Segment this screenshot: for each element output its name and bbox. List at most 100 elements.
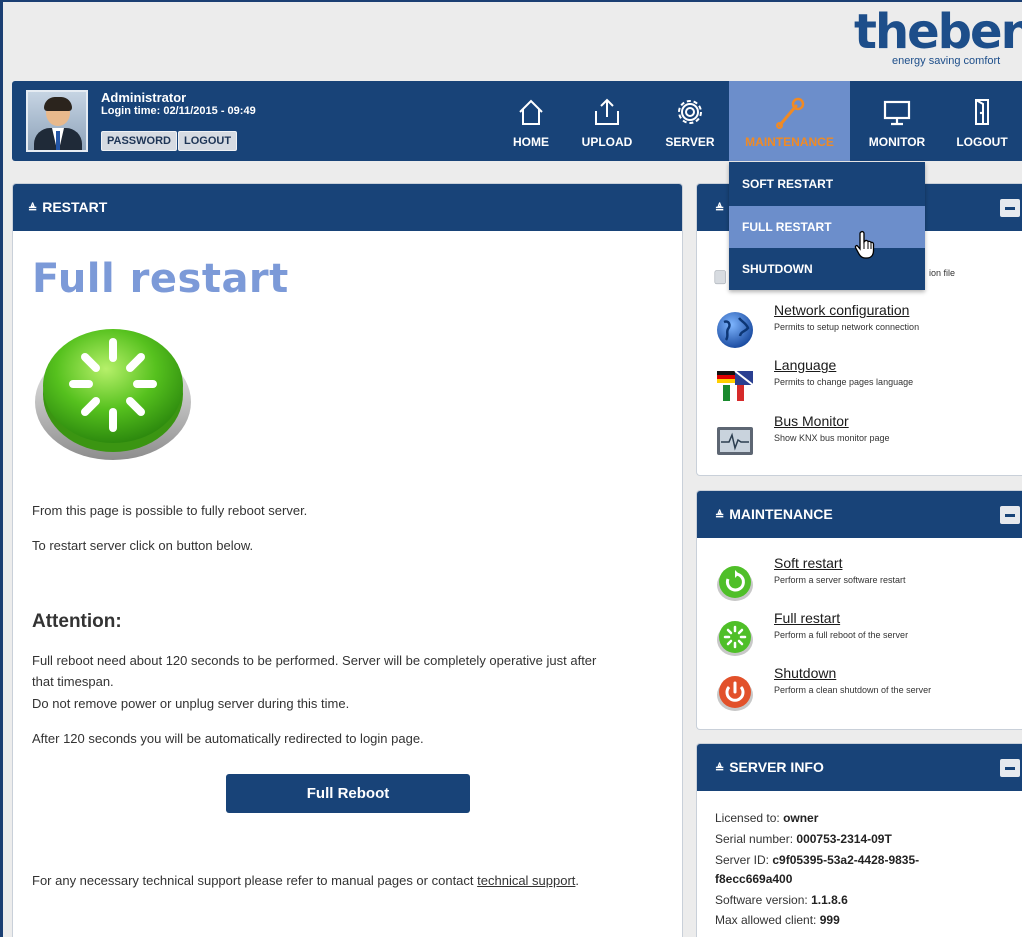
- nav-maintenance[interactable]: MAINTENANCE: [729, 81, 850, 161]
- intro-text-1: From this page is possible to fully rebo…: [32, 503, 308, 518]
- collapse-arrow-icon: ≜: [715, 763, 725, 775]
- nav-home[interactable]: HOME: [506, 81, 556, 161]
- nav-monitor-label: MONITOR: [868, 135, 926, 149]
- support-prefix: For any necessary technical support plea…: [32, 873, 478, 888]
- licensed-to: Licensed to: owner: [715, 809, 818, 827]
- bus-monitor-desc: Show KNX bus monitor page: [774, 433, 890, 443]
- shutdown-desc: Perform a clean shutdown of the server: [774, 685, 932, 695]
- menu-item-full-restart[interactable]: FULL RESTART: [729, 206, 925, 248]
- full-restart-link[interactable]: Full restart: [774, 610, 840, 626]
- restart-button-icon: [35, 329, 191, 460]
- server-id-continued: f8ecc669a400: [715, 870, 792, 888]
- nav-logout-label: LOGOUT: [956, 135, 1008, 149]
- server-info-panel: ≜ SERVER INFO Licensed to: owner Serial n…: [696, 743, 1022, 937]
- serial-value: 000753-2314-09T: [796, 832, 892, 846]
- nav-upload[interactable]: UPLOAD: [578, 81, 636, 161]
- support-text: For any necessary technical support plea…: [32, 873, 579, 888]
- maintenance-panel-header: ≜ MAINTENANCE: [697, 491, 1022, 538]
- network-configuration-link[interactable]: Network configuration: [774, 302, 909, 318]
- shutdown-item[interactable]: Shutdown Perform a clean shutdown of the…: [697, 665, 1022, 715]
- full-restart-item[interactable]: Full restart Perform a full reboot of th…: [697, 610, 1022, 660]
- logo-wordmark: theben: [854, 10, 1022, 60]
- home-icon: [519, 99, 543, 125]
- nav-home-label: HOME: [513, 135, 549, 149]
- soft-restart-icon: [717, 566, 753, 601]
- theben-logo: theben energy saving comfort: [852, 10, 1022, 72]
- nav-upload-label: UPLOAD: [581, 135, 633, 149]
- server-id-value: c9f05395-53a2-4428-9835-: [772, 853, 920, 867]
- bus-monitor-item[interactable]: Bus Monitor Show KNX bus monitor page: [697, 413, 1022, 463]
- top-navigation-bar: Administrator Login time: 02/11/2015 - 0…: [12, 81, 1022, 161]
- logo-tagline: energy saving comfort: [892, 55, 1001, 67]
- full-restart-icon: [717, 621, 753, 656]
- server-info-panel-title: SERVER INFO: [729, 759, 824, 775]
- restart-panel-header: ≜ RESTART: [13, 184, 682, 231]
- software-value: 1.1.8.6: [811, 893, 848, 907]
- attention-line-1: Full reboot need about 120 seconds to be…: [32, 653, 597, 668]
- soft-restart-item[interactable]: Soft restart Perform a server software r…: [697, 555, 1022, 605]
- server-id: Server ID: c9f05395-53a2-4428-9835-: [715, 851, 919, 869]
- language-desc: Permits to change pages language: [774, 377, 914, 387]
- nav-monitor[interactable]: MONITOR: [862, 81, 932, 161]
- software-label: Software version:: [715, 893, 808, 907]
- wrench-icon: [775, 97, 804, 129]
- language-link[interactable]: Language: [774, 357, 836, 373]
- gear-icon: [678, 100, 702, 124]
- maintenance-panel: ≜ MAINTENANCE Soft restart Perform a serv…: [696, 490, 1022, 730]
- licensed-label: Licensed to:: [715, 811, 780, 825]
- attention-line-2: that timespan.: [32, 674, 114, 689]
- serial-label: Serial number:: [715, 832, 794, 846]
- full-reboot-button[interactable]: Full Reboot: [226, 774, 470, 813]
- menu-item-shutdown[interactable]: SHUTDOWN: [729, 248, 925, 290]
- bus-monitor-icon: [717, 427, 753, 455]
- shutdown-link[interactable]: Shutdown: [774, 665, 836, 681]
- support-suffix: .: [575, 873, 580, 888]
- software-version: Software version: 1.1.8.6: [715, 891, 848, 909]
- nav-maintenance-label: MAINTENANCE: [745, 135, 834, 149]
- bus-monitor-link[interactable]: Bus Monitor: [774, 413, 849, 429]
- user-avatar: [26, 90, 88, 152]
- server-id-label: Server ID:: [715, 853, 770, 867]
- shutdown-icon: [717, 676, 753, 711]
- redirect-note: After 120 seconds you will be automatica…: [32, 731, 424, 746]
- flags-icon: [717, 370, 754, 401]
- collapse-arrow-icon: ≜: [28, 203, 38, 215]
- top-rule: [0, 0, 1022, 2]
- minimize-button[interactable]: [1000, 759, 1020, 777]
- hand-cursor-icon: [854, 230, 875, 259]
- nav-logout[interactable]: LOGOUT: [952, 81, 1012, 161]
- network-configuration-item[interactable]: Network configuration Permits to setup n…: [697, 302, 1022, 352]
- collapse-arrow-icon: ≜: [715, 203, 725, 215]
- server-info-panel-header: ≜ SERVER INFO: [697, 744, 1022, 791]
- menu-item-soft-restart[interactable]: SOFT RESTART: [729, 163, 925, 205]
- intro-text-2: To restart server click on button below.: [32, 538, 254, 553]
- maintenance-panel-title: MAINTENANCE: [729, 506, 833, 522]
- max-client-label: Max allowed client:: [715, 913, 817, 927]
- login-time: Login time: 02/11/2015 - 09:49: [101, 105, 256, 117]
- maintenance-dropdown-menu: SOFT RESTART FULL RESTART SHUTDOWN: [729, 162, 925, 290]
- minimize-button[interactable]: [1000, 506, 1020, 524]
- page-title: Full restart: [32, 256, 289, 302]
- password-button[interactable]: PASSWORD: [101, 131, 177, 151]
- full-restart-desc: Perform a full reboot of the server: [774, 630, 909, 640]
- technical-support-link[interactable]: technical support: [477, 873, 575, 888]
- network-configuration-desc: Permits to setup network connection: [774, 322, 920, 332]
- licensed-value: owner: [783, 811, 819, 825]
- collapse-arrow-icon: ≜: [715, 510, 725, 522]
- serial-number: Serial number: 000753-2314-09T: [715, 830, 892, 848]
- door-icon: [975, 99, 989, 125]
- language-item[interactable]: Language Permits to change pages languag…: [697, 357, 1022, 407]
- attention-heading: Attention:: [32, 611, 122, 632]
- globe-icon: [717, 312, 753, 348]
- nav-server-label: SERVER: [665, 135, 715, 149]
- partial-description: ion file: [929, 268, 956, 278]
- upload-icon: [595, 98, 619, 125]
- server-id-value-2: f8ecc669a400: [715, 872, 793, 886]
- user-logout-button[interactable]: LOGOUT: [178, 131, 238, 151]
- restart-panel-title: RESTART: [42, 199, 108, 215]
- monitor-icon: [883, 100, 911, 126]
- soft-restart-link[interactable]: Soft restart: [774, 555, 842, 571]
- minimize-button[interactable]: [1000, 199, 1020, 217]
- nav-server[interactable]: SERVER: [660, 81, 720, 161]
- restart-panel: ≜ RESTART Full restart From this page is…: [12, 183, 683, 937]
